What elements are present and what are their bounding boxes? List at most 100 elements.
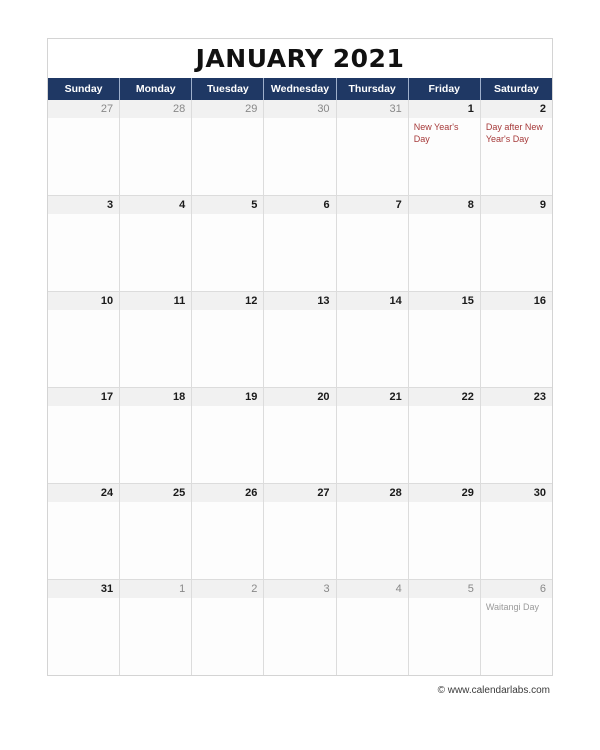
day-cell[interactable]: 30 [264,100,337,195]
day-cell[interactable]: 13 [264,292,337,387]
date-number: 29 [245,102,258,115]
day-cell[interactable]: 2 [192,580,265,675]
day-events [192,310,263,387]
date-band: 27 [48,100,120,118]
day-events [192,598,263,675]
day-cell[interactable]: 16 [480,292,552,387]
date-band: 31 [336,100,408,118]
day-cell[interactable]: 24 [48,484,121,579]
week-row: 3 4 5 6 7 8 9 [48,196,552,292]
calendar-page: JANUARY 2021 Sunday Monday Tuesday Wednesda… [0,0,600,750]
day-cell[interactable]: 5 [408,580,481,675]
day-events [337,118,408,195]
date-band: 24 [48,484,120,502]
day-cell[interactable]: 21 [336,388,409,483]
date-number: 14 [389,294,402,307]
day-events [337,406,408,483]
date-band: 3 [48,196,120,214]
date-number: 21 [389,390,402,403]
day-cell[interactable]: 19 [192,388,265,483]
day-cell[interactable]: 28 [120,100,193,195]
day-cell[interactable]: 31 [336,100,409,195]
day-cell[interactable]: 1 [120,580,193,675]
weekday-header-tuesday: Tuesday [192,78,265,100]
day-cell[interactable]: 15 [408,292,481,387]
day-cell[interactable]: 3 [48,196,121,291]
day-events [409,310,480,387]
day-cell[interactable]: 22 [408,388,481,483]
date-number: 22 [461,390,474,403]
holiday-label: Waitangi Day [485,602,540,612]
date-number: 15 [461,294,474,307]
day-events [264,502,335,579]
day-cell[interactable]: 8 [408,196,481,291]
date-number: 4 [179,198,186,211]
date-band: 23 [480,388,552,406]
day-cell[interactable]: 9 [480,196,552,291]
date-number: 23 [533,390,546,403]
day-cell[interactable]: 10 [48,292,121,387]
day-cell[interactable]: 26 [192,484,265,579]
day-cell[interactable]: 3 [264,580,337,675]
date-number: 7 [395,198,402,211]
holiday-label: New Year's Day [413,122,459,144]
day-cell[interactable]: 12 [192,292,265,387]
day-cell[interactable]: 5 [192,196,265,291]
date-band: 29 [192,100,264,118]
day-cell[interactable]: 31 [48,580,121,675]
date-band: 1 [408,100,480,118]
calendar-frame: JANUARY 2021 Sunday Monday Tuesday Wednesda… [47,38,553,676]
day-events: Waitangi Day [481,598,552,675]
day-events [337,598,408,675]
day-events [120,118,191,195]
day-cell[interactable]: 7 [336,196,409,291]
day-events [48,502,119,579]
day-cell[interactable]: 28 [336,484,409,579]
day-events [409,214,480,291]
weekday-header-sunday: Sunday [48,78,121,100]
day-events [409,406,480,483]
day-events [337,502,408,579]
date-band: 2 [480,100,552,118]
date-band: 12 [192,292,264,310]
day-cell[interactable]: 2 Day after New Year's Day [480,100,552,195]
day-events [48,406,119,483]
date-number: 10 [100,294,114,307]
day-cell[interactable]: 6 Waitangi Day [480,580,552,675]
date-number: 2 [251,582,258,595]
page-title: JANUARY 2021 [195,44,405,73]
day-cell[interactable]: 27 [48,100,121,195]
day-cell[interactable]: 25 [120,484,193,579]
day-cell[interactable]: 4 [120,196,193,291]
day-cell[interactable]: 27 [264,484,337,579]
date-band: 7 [336,196,408,214]
day-cell[interactable]: 6 [264,196,337,291]
day-cell[interactable]: 14 [336,292,409,387]
day-events [264,118,335,195]
day-cell[interactable]: 23 [480,388,552,483]
copyright-text: © www.calendarlabs.com [437,685,550,696]
date-number: 13 [317,294,330,307]
date-number: 25 [173,486,186,499]
day-cell[interactable]: 11 [120,292,193,387]
day-cell[interactable]: 4 [336,580,409,675]
weekday-header-thursday: Thursday [336,78,409,100]
date-number: 28 [389,486,402,499]
week-row: 31 1 2 3 4 5 6 Waitangi Day [48,580,552,675]
day-events: New Year's Day [409,118,480,195]
day-cell[interactable]: 20 [264,388,337,483]
day-cell[interactable]: 30 [480,484,552,579]
date-band: 15 [408,292,480,310]
day-cell[interactable]: 29 [408,484,481,579]
date-band: 14 [336,292,408,310]
date-number: 1 [467,102,474,115]
day-events [48,214,119,291]
date-band: 9 [480,196,552,214]
day-cell[interactable]: 17 [48,388,121,483]
day-cell[interactable]: 18 [120,388,193,483]
day-events [192,502,263,579]
date-number: 29 [461,486,474,499]
day-cell[interactable]: 1 New Year's Day [408,100,481,195]
week-row: 24 25 26 27 28 29 30 [48,484,552,580]
day-cell[interactable]: 29 [192,100,265,195]
